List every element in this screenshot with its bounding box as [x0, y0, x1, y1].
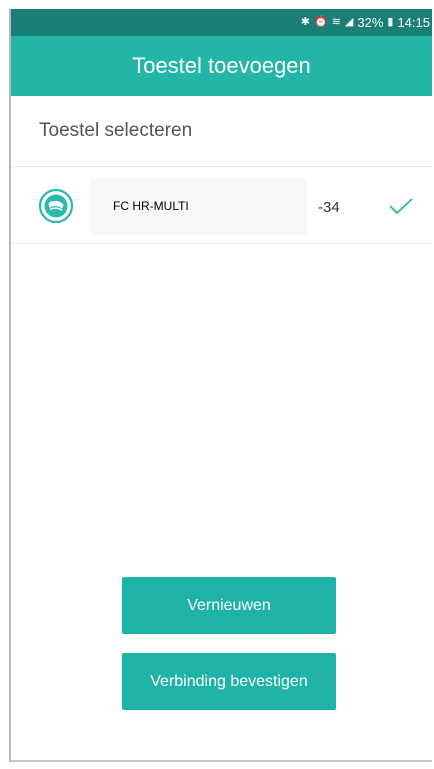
page-title: Toestel toevoegen — [132, 53, 311, 78]
refresh-button[interactable]: Vernieuwen — [122, 577, 336, 634]
section-title: Toestel selecteren — [39, 120, 193, 141]
phone-screen: ✱ ⏰ ≋ ◢ 32% ▮ 14:15 Toestel toevoegen To… — [9, 9, 432, 762]
checkmark-icon — [389, 198, 413, 215]
section-header: Toestel selecteren — [11, 96, 432, 167]
device-name: FC HR-MULTI — [113, 199, 189, 213]
device-name-box: FC HR-MULTI — [91, 179, 307, 235]
status-time: 14:15 — [397, 15, 430, 30]
bluetooth-icon: ✱ — [300, 16, 310, 28]
wifi-icon: ≋ — [331, 16, 341, 28]
signal-icon: ◢ — [344, 16, 354, 28]
alarm-icon: ⏰ — [313, 16, 328, 28]
app-bar: Toestel toevoegen — [11, 36, 432, 96]
battery-percent: 32% — [357, 15, 384, 30]
device-list-item[interactable]: FC HR-MULTI -34 — [11, 167, 432, 244]
status-icons: ✱ ⏰ ≋ ◢ 32% ▮ 14:15 — [301, 9, 430, 36]
fitness-band-icon — [38, 188, 74, 224]
battery-icon: ▮ — [387, 16, 394, 28]
status-bar: ✱ ⏰ ≋ ◢ 32% ▮ 14:15 — [11, 9, 432, 36]
confirm-connection-button[interactable]: Verbinding bevestigen — [122, 653, 336, 710]
device-signal-strength: -34 — [318, 199, 340, 216]
